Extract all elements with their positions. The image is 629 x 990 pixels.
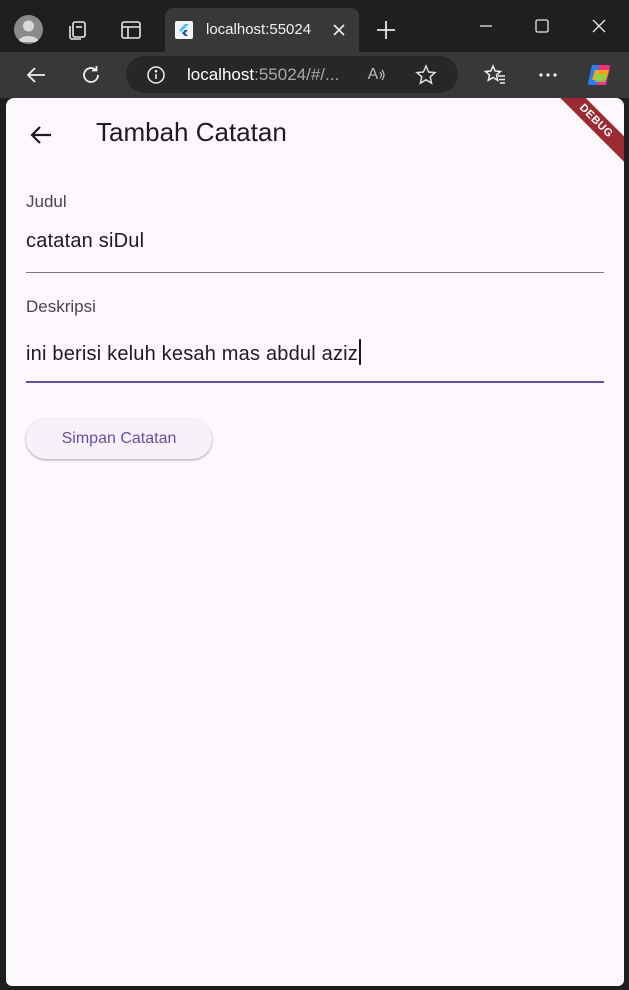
save-note-button[interactable]: Simpan Catatan [26,419,212,459]
deskripsi-label: Deskripsi [26,297,96,316]
judul-label: Judul [26,192,67,211]
tab-bar: localhost:55024 [0,0,629,52]
arrow-left-icon[interactable] [22,61,50,89]
browser-window: localhost:55024 localhost:55024/#/... A … [0,0,629,990]
close-window-icon[interactable] [585,12,613,40]
judul-underline [26,272,604,273]
judul-field[interactable]: Judul catatan siDul [26,188,604,274]
address-bar[interactable]: localhost:55024/#/... A [126,56,458,93]
favorites-icon[interactable] [481,61,509,89]
read-aloud-icon[interactable]: A [366,64,388,86]
page-title: Tambah Catatan [96,117,287,147]
vertical-tabs-icon[interactable] [117,16,145,44]
browser-toolbar: localhost:55024/#/... A [0,52,629,98]
star-icon[interactable] [415,64,437,86]
judul-input[interactable]: catatan siDul [26,230,144,253]
url-text[interactable]: localhost:55024/#/... [187,65,339,85]
minimize-icon[interactable] [472,12,500,40]
tab-title: localhost:55024 [206,21,312,38]
active-tab[interactable]: localhost:55024 [165,8,359,52]
deskripsi-input-wrap[interactable]: ini berisi keluh kesah mas abdul aziz [26,339,362,366]
maximize-icon[interactable] [528,12,556,40]
arrow-left-icon[interactable] [26,120,56,150]
url-host: localhost [187,65,255,84]
avatar-icon[interactable] [14,15,43,44]
deskripsi-underline [26,381,604,383]
text-caret [359,339,362,365]
more-icon[interactable] [534,61,562,89]
deskripsi-field[interactable]: Deskripsi ini berisi keluh kesah mas abd… [26,293,604,385]
deskripsi-input[interactable]: ini berisi keluh kesah mas abdul aziz [26,343,358,365]
url-path: :55024/#/... [254,65,340,84]
read-aloud-label: A [367,66,379,83]
collections-icon[interactable] [64,16,92,44]
plus-icon[interactable] [372,16,400,44]
close-icon[interactable] [329,20,349,40]
app-page: Tambah Catatan DEBUG Judul catatan siDul… [6,98,624,986]
app-bar: Tambah Catatan [6,98,624,168]
copilot-icon[interactable] [586,61,614,89]
info-icon[interactable] [146,65,166,85]
refresh-icon[interactable] [77,61,105,89]
flutter-icon [175,21,193,39]
